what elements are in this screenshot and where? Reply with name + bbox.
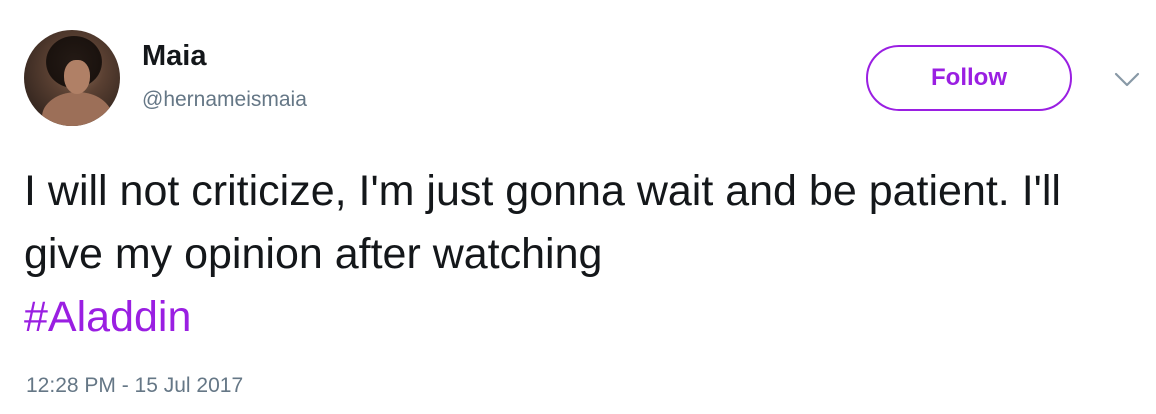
tweet-card: Maia @hernameismaia Follow I will not cr… <box>0 0 1156 414</box>
avatar-face <box>64 60 90 94</box>
tweet-timestamp[interactable]: 12:28 PM - 15 Jul 2017 <box>26 372 243 400</box>
chevron-down-icon[interactable] <box>1112 68 1142 90</box>
follow-button[interactable]: Follow <box>866 45 1072 111</box>
avatar[interactable] <box>24 30 120 126</box>
tweet-text: I will not criticize, I'm just gonna wai… <box>24 160 1134 349</box>
avatar-shoulder <box>42 92 112 126</box>
hashtag-link[interactable]: #Aladdin <box>24 293 191 341</box>
tweet-body: I will not criticize, I'm just gonna wai… <box>24 167 1061 278</box>
user-display-name[interactable]: Maia <box>142 38 206 74</box>
user-handle[interactable]: @hernameismaia <box>142 86 307 114</box>
